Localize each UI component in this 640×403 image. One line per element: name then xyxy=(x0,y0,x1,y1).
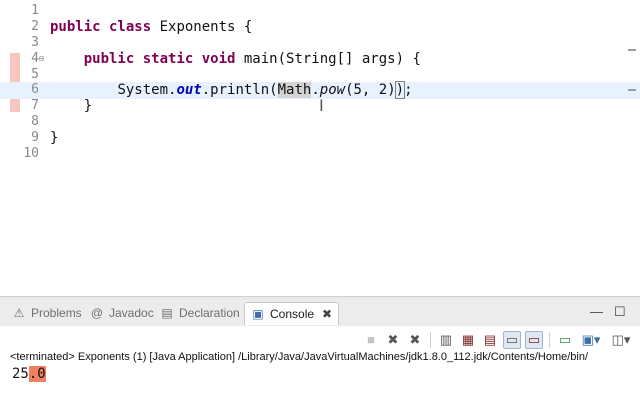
system-class: System. xyxy=(117,82,177,98)
code-text: } xyxy=(50,98,93,114)
display-selected-console-icon[interactable]: ▣▾ xyxy=(578,331,604,349)
terminate-icon[interactable]: ■ xyxy=(362,331,380,349)
code-line-3[interactable]: 3 xyxy=(0,35,640,51)
line-number: 3 xyxy=(31,35,39,50)
fold-toggle-icon[interactable]: ⊖ xyxy=(38,51,45,67)
toolbar-separator xyxy=(430,332,431,348)
line-number: 6 xyxy=(31,82,39,97)
open-console-icon[interactable]: ◫▾ xyxy=(608,331,634,349)
code-line-5[interactable]: 5 xyxy=(0,67,640,83)
console-view[interactable]: ■ ✖ ✖ ▥ ▦ ▤ ▭ ▭ ▭ ▣▾ ◫▾ <terminated> Exp… xyxy=(0,326,640,403)
static-field: out xyxy=(176,82,202,98)
overview-ruler-mark[interactable] xyxy=(628,49,636,51)
line-number: 9 xyxy=(31,130,39,145)
console-output[interactable]: 25.0 xyxy=(12,366,46,383)
overview-ruler-mark[interactable] xyxy=(628,89,636,91)
show-on-stdout-icon[interactable]: ▭ xyxy=(503,331,521,349)
word-wrap-icon[interactable]: ▤ xyxy=(481,331,499,349)
semicolon: ; xyxy=(404,82,413,98)
code-text: System.out.println(Math.pow(5, 2)); xyxy=(50,81,413,99)
code-text: public class Exponents { xyxy=(50,19,252,35)
remove-launch-icon[interactable]: ✖ xyxy=(384,331,402,349)
clear-console-icon[interactable]: ▥ xyxy=(437,331,455,349)
line-number: 8 xyxy=(31,114,39,129)
code-line-10[interactable]: 10 xyxy=(0,146,640,162)
method-arguments: (5, 2) xyxy=(345,82,396,98)
code-line-4[interactable]: 4 ⊖ public static void main(String[] arg… xyxy=(0,51,640,67)
remove-all-terminated-icon[interactable]: ✖ xyxy=(406,331,424,349)
matching-bracket: ) xyxy=(394,81,406,99)
keyword: public static void xyxy=(83,51,236,67)
tab-label: Javadoc xyxy=(109,306,154,320)
line-number: 10 xyxy=(23,146,39,161)
tab-label: Console xyxy=(270,307,315,321)
problems-icon: ⚠ xyxy=(13,306,25,320)
maximize-icon[interactable]: ☐ xyxy=(614,304,626,320)
text-cursor-icon: I xyxy=(319,96,324,115)
console-toolbar: ■ ✖ ✖ ▥ ▦ ▤ ▭ ▭ ▭ ▣▾ ◫▾ xyxy=(362,331,634,349)
show-on-stderr-icon[interactable]: ▭ xyxy=(525,331,543,349)
tab-problems[interactable]: ⚠ Problems xyxy=(12,302,82,324)
println-call: .println( xyxy=(201,82,278,98)
code-line-1[interactable]: 1 xyxy=(0,3,640,19)
view-tab-bar: ⚠ Problems @ Javadoc ▤ Declaration ▣ Con… xyxy=(0,300,640,326)
minimize-icon[interactable]: — xyxy=(590,304,603,319)
code-line-8[interactable]: 8 xyxy=(0,114,640,130)
javadoc-icon: @ xyxy=(90,306,104,320)
line-number: 5 xyxy=(31,67,39,82)
tab-javadoc[interactable]: @ Javadoc xyxy=(90,302,154,324)
toolbar-separator xyxy=(549,332,550,348)
code-line-2[interactable]: 2 public class Exponents { xyxy=(0,19,640,35)
code-text: } xyxy=(50,130,59,146)
tab-label: Declaration xyxy=(179,306,240,320)
close-icon[interactable]: ✖ xyxy=(322,307,332,321)
output-decimal-highlight: .0 xyxy=(28,366,46,382)
line-number: 1 xyxy=(31,3,39,18)
scroll-lock-icon[interactable]: ▦ xyxy=(459,331,477,349)
output-value: 25 xyxy=(12,366,29,382)
tab-console[interactable]: ▣ Console ✖ xyxy=(244,302,340,325)
line-number: 7 xyxy=(31,98,39,113)
class-declaration: Exponents { xyxy=(151,19,253,35)
method-signature: main(String[] args) { xyxy=(235,51,421,67)
line-number: 4 xyxy=(31,51,39,66)
code-editor[interactable]: 1 2 public class Exponents { 3 4 ⊖ publi… xyxy=(0,0,640,296)
code-text: public static void main(String[] args) { xyxy=(50,51,421,67)
code-line-9[interactable]: 9 } xyxy=(0,130,640,146)
tab-label: Problems xyxy=(31,306,82,320)
bottom-panel: ⚠ Problems @ Javadoc ▤ Declaration ▣ Con… xyxy=(0,300,640,403)
line-number: 2 xyxy=(31,19,39,34)
declaration-icon: ▤ xyxy=(161,306,173,320)
console-icon: ▣ xyxy=(252,307,264,321)
keyword: public class xyxy=(50,19,152,35)
pin-console-icon[interactable]: ▭ xyxy=(556,331,574,349)
tab-declaration[interactable]: ▤ Declaration xyxy=(160,302,240,324)
math-class: Math xyxy=(277,82,312,98)
console-status: <terminated> Exponents (1) [Java Applica… xyxy=(10,351,589,363)
